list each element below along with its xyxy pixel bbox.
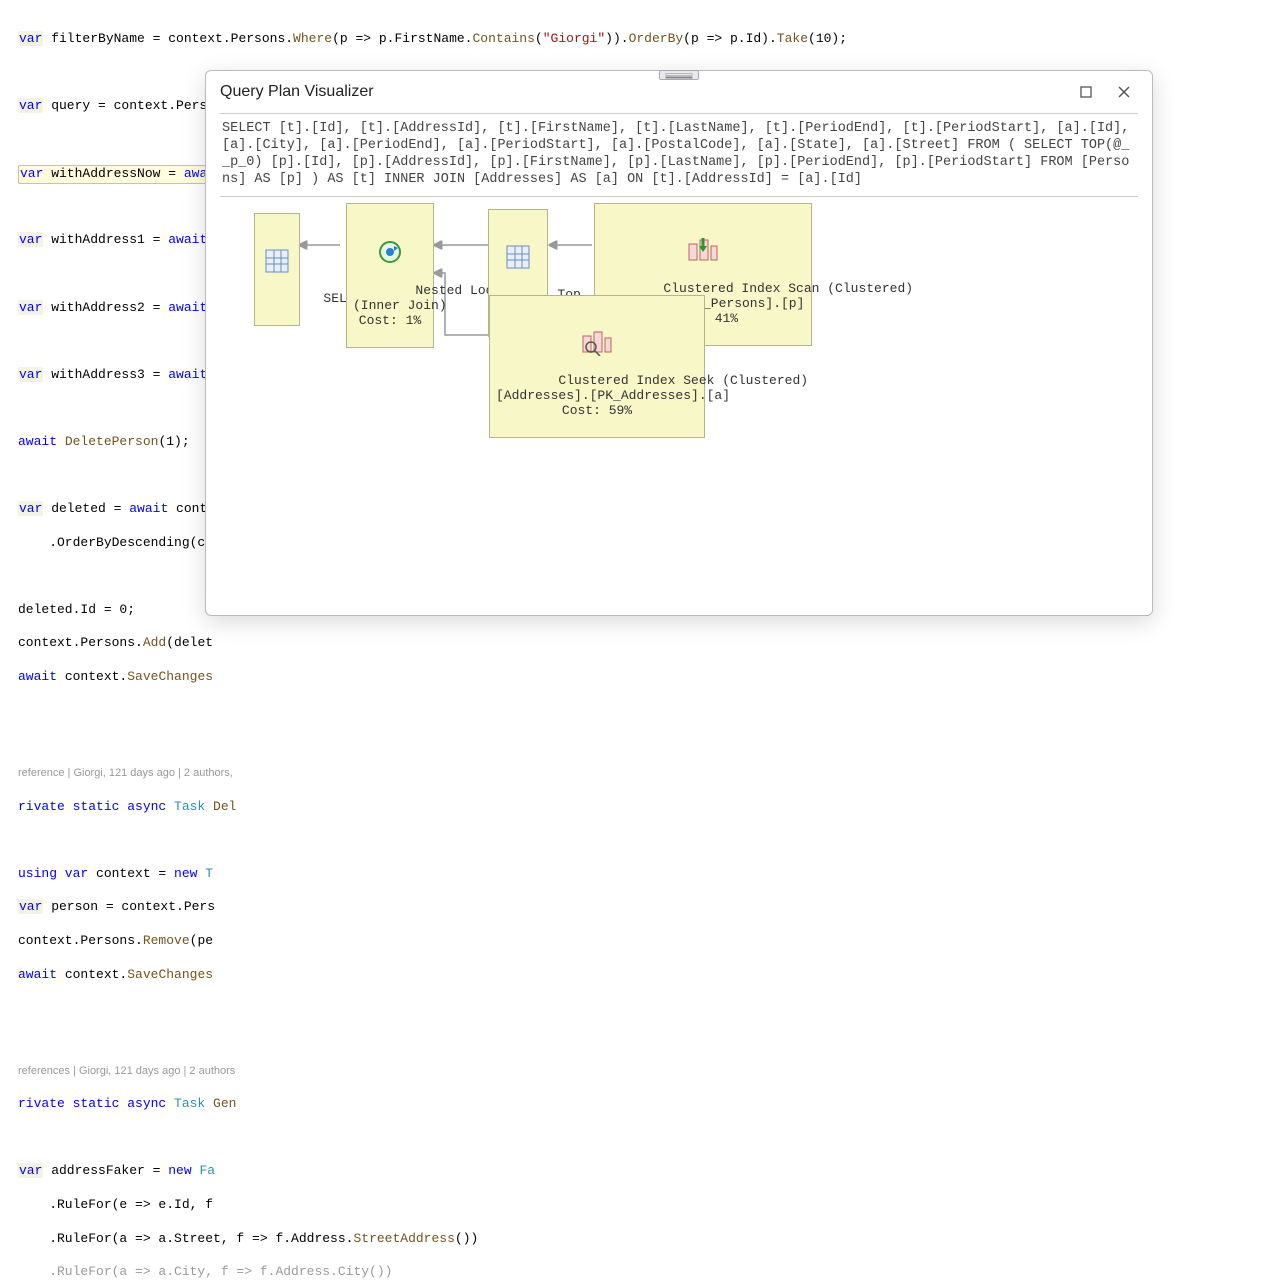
sql-statement: SELECT [t].[Id], [t].[AddressId], [t].[F…	[220, 113, 1138, 197]
plan-node-select[interactable]: SELECT	[254, 213, 300, 326]
index-scan-icon	[601, 238, 805, 264]
plan-diagram[interactable]: SELECT Nested Loops (Inner Join) Cost: 1…	[220, 203, 1138, 523]
table-icon	[495, 244, 541, 270]
loop-icon	[353, 238, 427, 266]
close-icon	[1118, 86, 1130, 98]
plan-node-index-seek[interactable]: Clustered Index Seek (Clustered) [Addres…	[489, 295, 705, 438]
popup-title: Query Plan Visualizer	[220, 83, 1062, 101]
query-plan-visualizer-window[interactable]: Query Plan Visualizer SELECT [t].[Id], […	[205, 70, 1153, 616]
maximize-icon	[1080, 86, 1092, 98]
plan-node-nested-loops[interactable]: Nested Loops (Inner Join) Cost: 1%	[346, 203, 434, 348]
close-button[interactable]	[1110, 81, 1138, 103]
index-seek-icon	[496, 330, 698, 356]
maximize-button[interactable]	[1072, 81, 1100, 103]
drag-handle[interactable]	[659, 70, 699, 80]
codelens-meta[interactable]: reference | Giorgi, 121 days ago | 2 aut…	[18, 765, 1280, 782]
highlighted-line: var withAddressNow = await	[18, 165, 225, 184]
kw-var: var	[18, 31, 43, 46]
codelens-meta[interactable]: references | Giorgi, 121 days ago | 2 au…	[18, 1063, 1280, 1080]
table-icon	[261, 248, 293, 274]
